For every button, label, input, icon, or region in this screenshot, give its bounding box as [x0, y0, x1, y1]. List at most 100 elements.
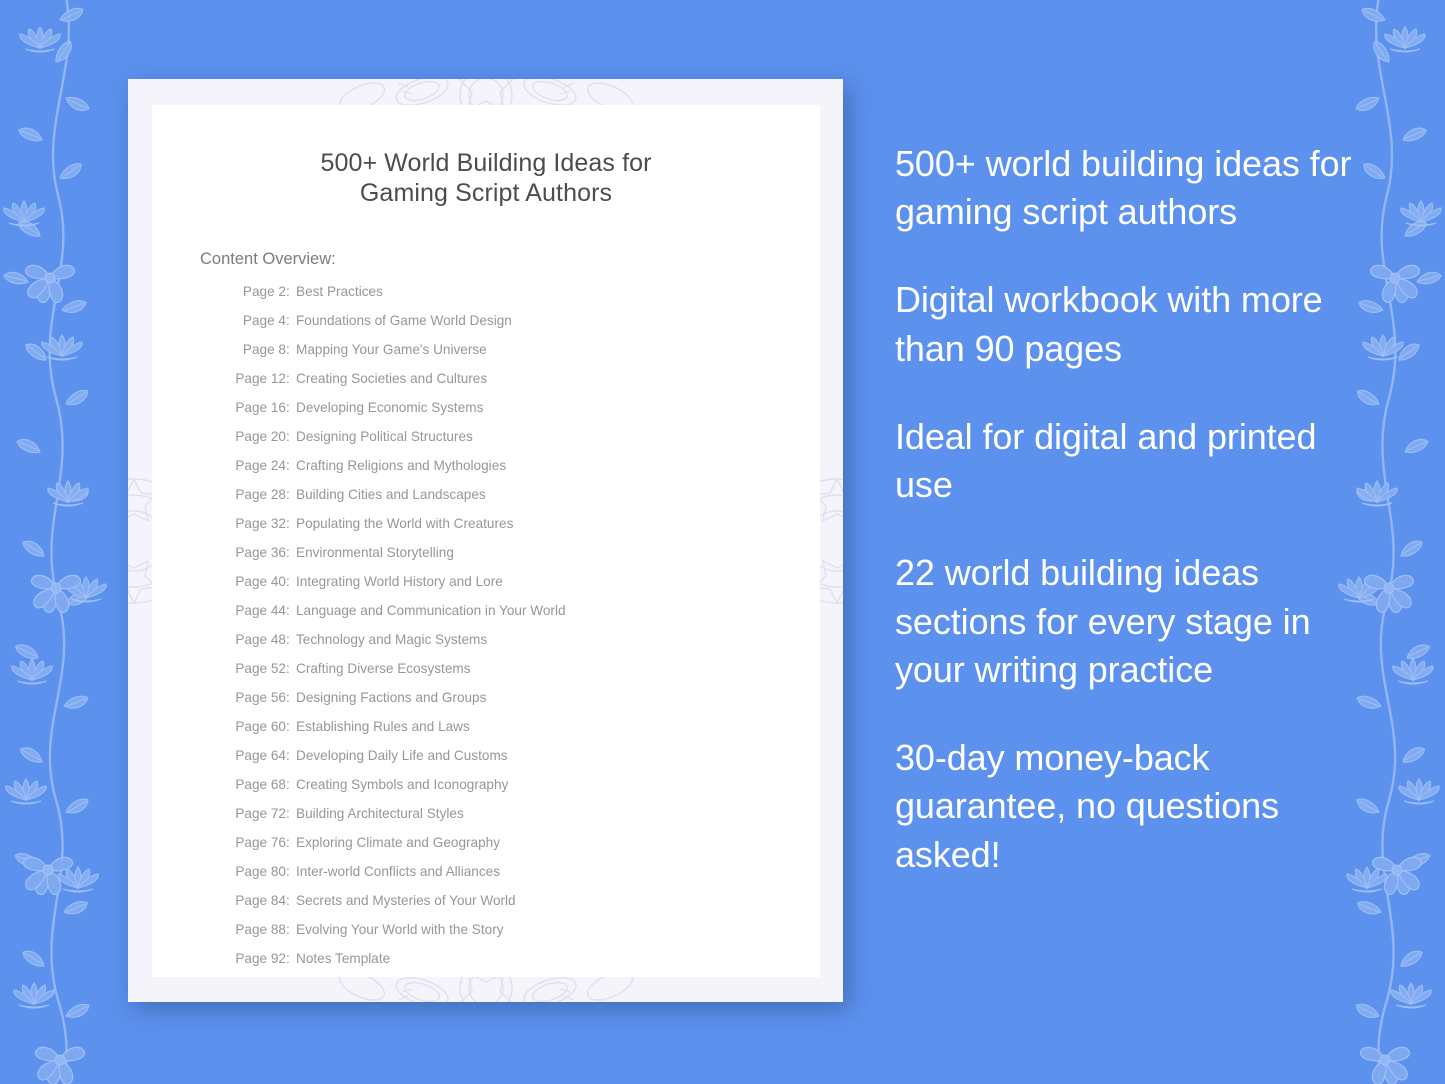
- toc-entry-page: Page 48: [235, 632, 286, 647]
- toc-entry-separator: :: [286, 371, 290, 386]
- toc-entry: Page 88: Evolving Your World with the Sto…: [224, 923, 774, 952]
- toc-entry-title: Best Practices: [296, 284, 383, 299]
- toc-entry-title: Designing Factions and Groups: [296, 690, 487, 705]
- toc-entry-title: Inter-world Conflicts and Alliances: [296, 864, 500, 879]
- toc-entry-title: Crafting Diverse Ecosystems: [296, 661, 471, 676]
- toc-entry-separator: :: [286, 719, 290, 734]
- toc-entry-title: Developing Daily Life and Customs: [296, 748, 508, 763]
- promo-item: 22 world building ideas sections for eve…: [895, 552, 1311, 690]
- toc-entry: Page 64: Developing Daily Life and Custom…: [224, 749, 774, 778]
- toc-entry-separator: :: [286, 893, 290, 908]
- promo-item: 500+ world building ideas for gaming scr…: [895, 143, 1352, 233]
- toc-entry-title: Developing Economic Systems: [296, 400, 484, 415]
- toc-entry-title: Language and Communication in Your World: [296, 603, 566, 618]
- floral-vine-border-left: [0, 0, 130, 1084]
- toc-entry-page: Page 32: [235, 516, 286, 531]
- toc-entry-page: Page 8: [242, 342, 286, 357]
- toc-entry-separator: :: [286, 661, 290, 676]
- toc-entry-separator: :: [286, 835, 290, 850]
- toc-entry-title: Technology and Magic Systems: [296, 632, 488, 647]
- toc-entry-title: Mapping Your Game's Universe: [296, 342, 487, 357]
- toc-entry-separator: :: [286, 313, 290, 328]
- toc-entry-page: Page 36: [235, 545, 286, 560]
- toc-entry-page: Page 76: [235, 835, 286, 850]
- toc-entry: Page 40: Integrating World History and Lo…: [224, 575, 774, 604]
- toc-entry-title: Environmental Storytelling: [296, 545, 454, 560]
- toc-entry-separator: :: [286, 487, 290, 502]
- promo-item: Ideal for digital and printed use: [895, 415, 1317, 506]
- toc-entry-page: Page 84: [235, 893, 286, 908]
- page-title: 500+ World Building Ideas for Gaming Scr…: [320, 149, 652, 207]
- toc-entry: Page 28: Building Cities and Landscapes: [224, 488, 774, 517]
- toc-entry-title: Building Architectural Styles: [296, 806, 464, 821]
- toc-entry: Page 92: Notes Template: [224, 952, 774, 981]
- toc-entry-separator: :: [286, 400, 290, 415]
- toc-entry: Page 84: Secrets and Mysteries of Your Wo…: [224, 894, 774, 923]
- toc-entry-separator: :: [286, 458, 290, 473]
- toc-entry-separator: :: [286, 777, 290, 792]
- toc-entry-page: Page 24: [235, 458, 286, 473]
- toc-entry-page: Page 52: [235, 661, 286, 676]
- toc-entry-title: Establishing Rules and Laws: [296, 719, 470, 734]
- toc-entry-separator: :: [286, 864, 290, 879]
- toc-entry-title: Crafting Religions and Mythologies: [296, 458, 507, 473]
- toc-entry: Page 32: Populating the World with Creatu…: [224, 517, 774, 546]
- toc-entry-page: Page 64: [235, 748, 286, 763]
- toc-entry-page: Page 88: [235, 922, 286, 937]
- toc-entry-separator: :: [286, 690, 290, 705]
- toc-entry: Page 20: Designing Political Structures: [224, 430, 774, 459]
- toc-entry-page: Page 72: [235, 806, 286, 821]
- toc-entry: Page 56: Designing Factions and Groups: [224, 691, 774, 720]
- toc-entry: Page 36: Environmental Storytelling: [224, 546, 774, 575]
- toc-entry-page: Page 20: [235, 429, 286, 444]
- document-page: 500+ World Building Ideas for Gaming Scr…: [152, 105, 820, 977]
- toc-entry-separator: :: [286, 284, 290, 299]
- toc-entry-title: Populating the World with Creatures: [296, 516, 514, 531]
- toc-entry-page: Page 60: [235, 719, 286, 734]
- toc-entry-title: Secrets and Mysteries of Your World: [296, 893, 516, 908]
- toc-entry-title: Foundations of Game World Design: [296, 313, 512, 328]
- toc-entry-page: Page 68: [235, 777, 286, 792]
- toc-entry-page: Page 44: [235, 603, 286, 618]
- toc-entry-page: Page 16: [235, 400, 286, 415]
- toc-entry-page: Page 80: [235, 864, 286, 879]
- toc-entry: Page 44: Language and Communication in Yo…: [224, 604, 774, 633]
- toc-entry: Page 2: Best Practices: [224, 285, 774, 314]
- content-overview-label: Content Overview:: [200, 250, 336, 268]
- toc-entry-separator: :: [286, 429, 290, 444]
- toc-entry-separator: :: [286, 951, 290, 966]
- document-preview-card: 500+ World Building Ideas for Gaming Scr…: [128, 79, 843, 1002]
- toc-entry-title: Integrating World History and Lore: [296, 574, 503, 589]
- toc-entry-title: Building Cities and Landscapes: [296, 487, 486, 502]
- promo-item: 30-day money-back guarantee, no question…: [895, 737, 1279, 875]
- toc-entry-page: Page 28: [235, 487, 286, 502]
- toc-entry: Page 80: Inter-world Conflicts and Allian…: [224, 865, 774, 894]
- table-of-contents: Page 2: Best Practices Page 4: Foundations …: [224, 285, 774, 981]
- toc-entry-separator: :: [286, 806, 290, 821]
- toc-entry: Page 68: Creating Symbols and Iconography: [224, 778, 774, 807]
- toc-entry-separator: :: [286, 342, 290, 357]
- promo-item: Digital workbook with more than 90 pages: [895, 279, 1323, 369]
- toc-entry: Page 52: Crafting Diverse Ecosystems: [224, 662, 774, 691]
- toc-entry-separator: :: [286, 545, 290, 560]
- toc-entry-page: Page 92: [235, 951, 286, 966]
- toc-entry-title: Evolving Your World with the Story: [296, 922, 504, 937]
- toc-entry-title: Notes Template: [296, 951, 391, 966]
- toc-entry: Page 60: Establishing Rules and Laws: [224, 720, 774, 749]
- toc-entry: Page 16: Developing Economic Systems: [224, 401, 774, 430]
- toc-entry-separator: :: [286, 574, 290, 589]
- toc-entry-page: Page 40: [235, 574, 286, 589]
- toc-entry: Page 48: Technology and Magic Systems: [224, 633, 774, 662]
- toc-entry: Page 24: Crafting Religions and Mythologi…: [224, 459, 774, 488]
- toc-entry-separator: :: [286, 748, 290, 763]
- toc-entry: Page 76: Exploring Climate and Geography: [224, 836, 774, 865]
- toc-entry-title: Creating Societies and Cultures: [296, 371, 488, 386]
- toc-entry-separator: :: [286, 632, 290, 647]
- toc-entry: Page 72: Building Architectural Styles: [224, 807, 774, 836]
- toc-entry-title: Exploring Climate and Geography: [296, 835, 501, 850]
- toc-entry-separator: :: [286, 922, 290, 937]
- toc-entry: Page 8: Mapping Your Game's Universe: [224, 343, 774, 372]
- toc-entry-page: Page 56: [235, 690, 286, 705]
- toc-entry-separator: :: [286, 516, 290, 531]
- toc-entry-page: Page 4: [242, 313, 286, 328]
